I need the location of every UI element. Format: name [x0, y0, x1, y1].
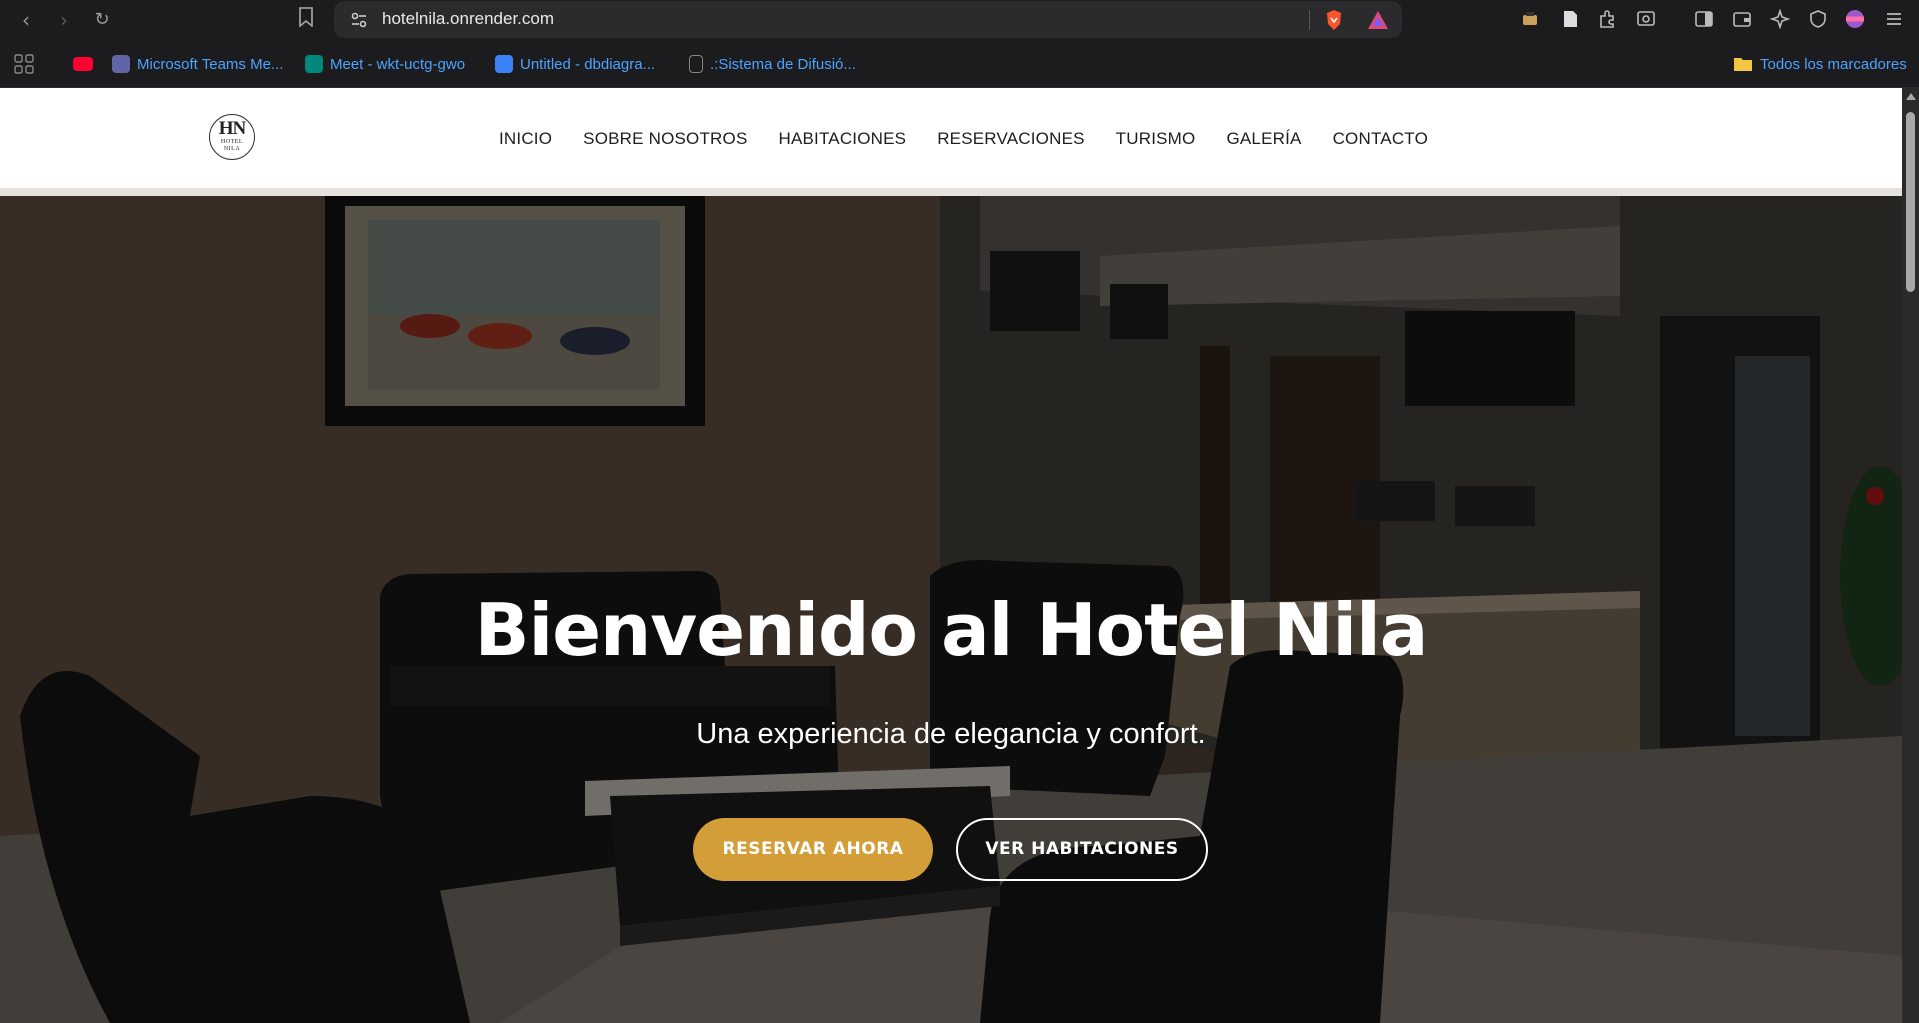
bookmark-meet[interactable]: Meet - wkt-uctg-gwo	[305, 53, 465, 75]
bookmark-teams[interactable]: Microsoft Teams Me...	[112, 53, 283, 75]
hero-title: Bienvenido al Hotel Nila	[474, 588, 1429, 672]
address-bar[interactable]: hotelnila.onrender.com	[334, 1, 1402, 38]
nav-inicio[interactable]: INICIO	[499, 129, 552, 149]
meet-icon	[305, 55, 323, 73]
site-settings-icon[interactable]	[350, 11, 368, 29]
nav-reservaciones[interactable]: RESERVACIONES	[937, 129, 1084, 149]
folder-icon	[1734, 58, 1752, 71]
back-icon[interactable]: ‹	[12, 6, 40, 34]
menu-hamburger-icon[interactable]	[1884, 9, 1904, 29]
all-bookmarks-label: Todos los marcadores	[1760, 55, 1907, 73]
bookmark-page-icon[interactable]	[292, 6, 320, 34]
teams-icon	[112, 55, 130, 73]
bookmark-label: .:Sistema de Difusió...	[710, 55, 856, 73]
scroll-up-arrow[interactable]	[1906, 93, 1916, 100]
page-scrollbar[interactable]	[1902, 88, 1919, 1023]
profile-avatar[interactable]	[1845, 9, 1865, 29]
view-rooms-button[interactable]: VER HABITACIONES	[956, 818, 1208, 881]
leo-ai-icon[interactable]	[1770, 9, 1790, 29]
scrollbar-thumb[interactable]	[1906, 112, 1915, 292]
address-divider	[1309, 10, 1310, 30]
url-text[interactable]: hotelnila.onrender.com	[382, 9, 554, 29]
logo-initials: HN	[218, 118, 247, 139]
sidebar-icon[interactable]	[1694, 9, 1714, 29]
bookmark-label: Untitled - dbdiagra...	[520, 55, 656, 73]
logo-line2: NILA	[223, 146, 241, 152]
nav-habitaciones[interactable]: HABITACIONES	[778, 129, 906, 149]
nav-shadow-strip	[0, 188, 1902, 196]
bookmark-youtube[interactable]	[73, 53, 93, 75]
hero-section: Bienvenido al Hotel Nila Una experiencia…	[0, 196, 1902, 1023]
youtube-icon	[73, 57, 93, 71]
reader-icon[interactable]	[1560, 9, 1580, 29]
sistema-icon	[689, 55, 703, 73]
nav-sobre-nosotros[interactable]: SOBRE NOSOTROS	[583, 129, 747, 149]
extension-icon[interactable]	[1520, 9, 1540, 29]
nav-galeria[interactable]: GALERÍA	[1226, 129, 1301, 149]
browser-toolbar: ‹ › ↻ hotelnila.onrender.com	[0, 0, 1919, 40]
hero-subtitle: Una experiencia de elegancia y confort.	[696, 718, 1206, 750]
reserve-now-button[interactable]: RESERVAR AHORA	[693, 818, 933, 881]
screenshot-icon[interactable]	[1636, 9, 1656, 29]
bookmark-dbdiagram[interactable]: Untitled - dbdiagra...	[495, 53, 655, 75]
reload-icon[interactable]: ↻	[88, 6, 116, 34]
bookmark-label: Meet - wkt-uctg-gwo	[330, 55, 466, 73]
forward-icon[interactable]: ›	[50, 6, 78, 34]
brave-shields-icon[interactable]	[1324, 9, 1344, 31]
extensions-puzzle-icon[interactable]	[1598, 9, 1618, 29]
hotel-logo[interactable]: HN HOTEL NILA	[209, 114, 255, 160]
all-bookmarks-folder[interactable]: Todos los marcadores	[1733, 53, 1907, 75]
wallet-icon[interactable]	[1732, 9, 1752, 29]
vpn-shield-icon[interactable]	[1808, 9, 1828, 29]
apps-grid-icon[interactable]	[14, 54, 34, 74]
bookmark-label: Microsoft Teams Me...	[137, 55, 284, 73]
dbdiagram-icon	[495, 55, 513, 73]
logo-line1: HOTEL	[220, 139, 244, 145]
brave-rewards-icon[interactable]	[1367, 10, 1389, 30]
web-page: HN HOTEL NILA INICIO SOBRE NOSOTROS HABI…	[0, 88, 1902, 1023]
moon-icon[interactable]	[1668, 128, 1692, 152]
nav-contacto[interactable]: CONTACTO	[1333, 129, 1428, 149]
bookmarks-bar: Microsoft Teams Me... Meet - wkt-uctg-gw…	[0, 40, 1919, 88]
site-navbar: HN HOTEL NILA INICIO SOBRE NOSOTROS HABI…	[0, 88, 1902, 188]
bookmark-sistema[interactable]: .:Sistema de Difusió...	[689, 53, 856, 75]
nav-turismo[interactable]: TURISMO	[1116, 129, 1196, 149]
main-menu: INICIO SOBRE NOSOTROS HABITACIONES RESER…	[499, 129, 1428, 149]
